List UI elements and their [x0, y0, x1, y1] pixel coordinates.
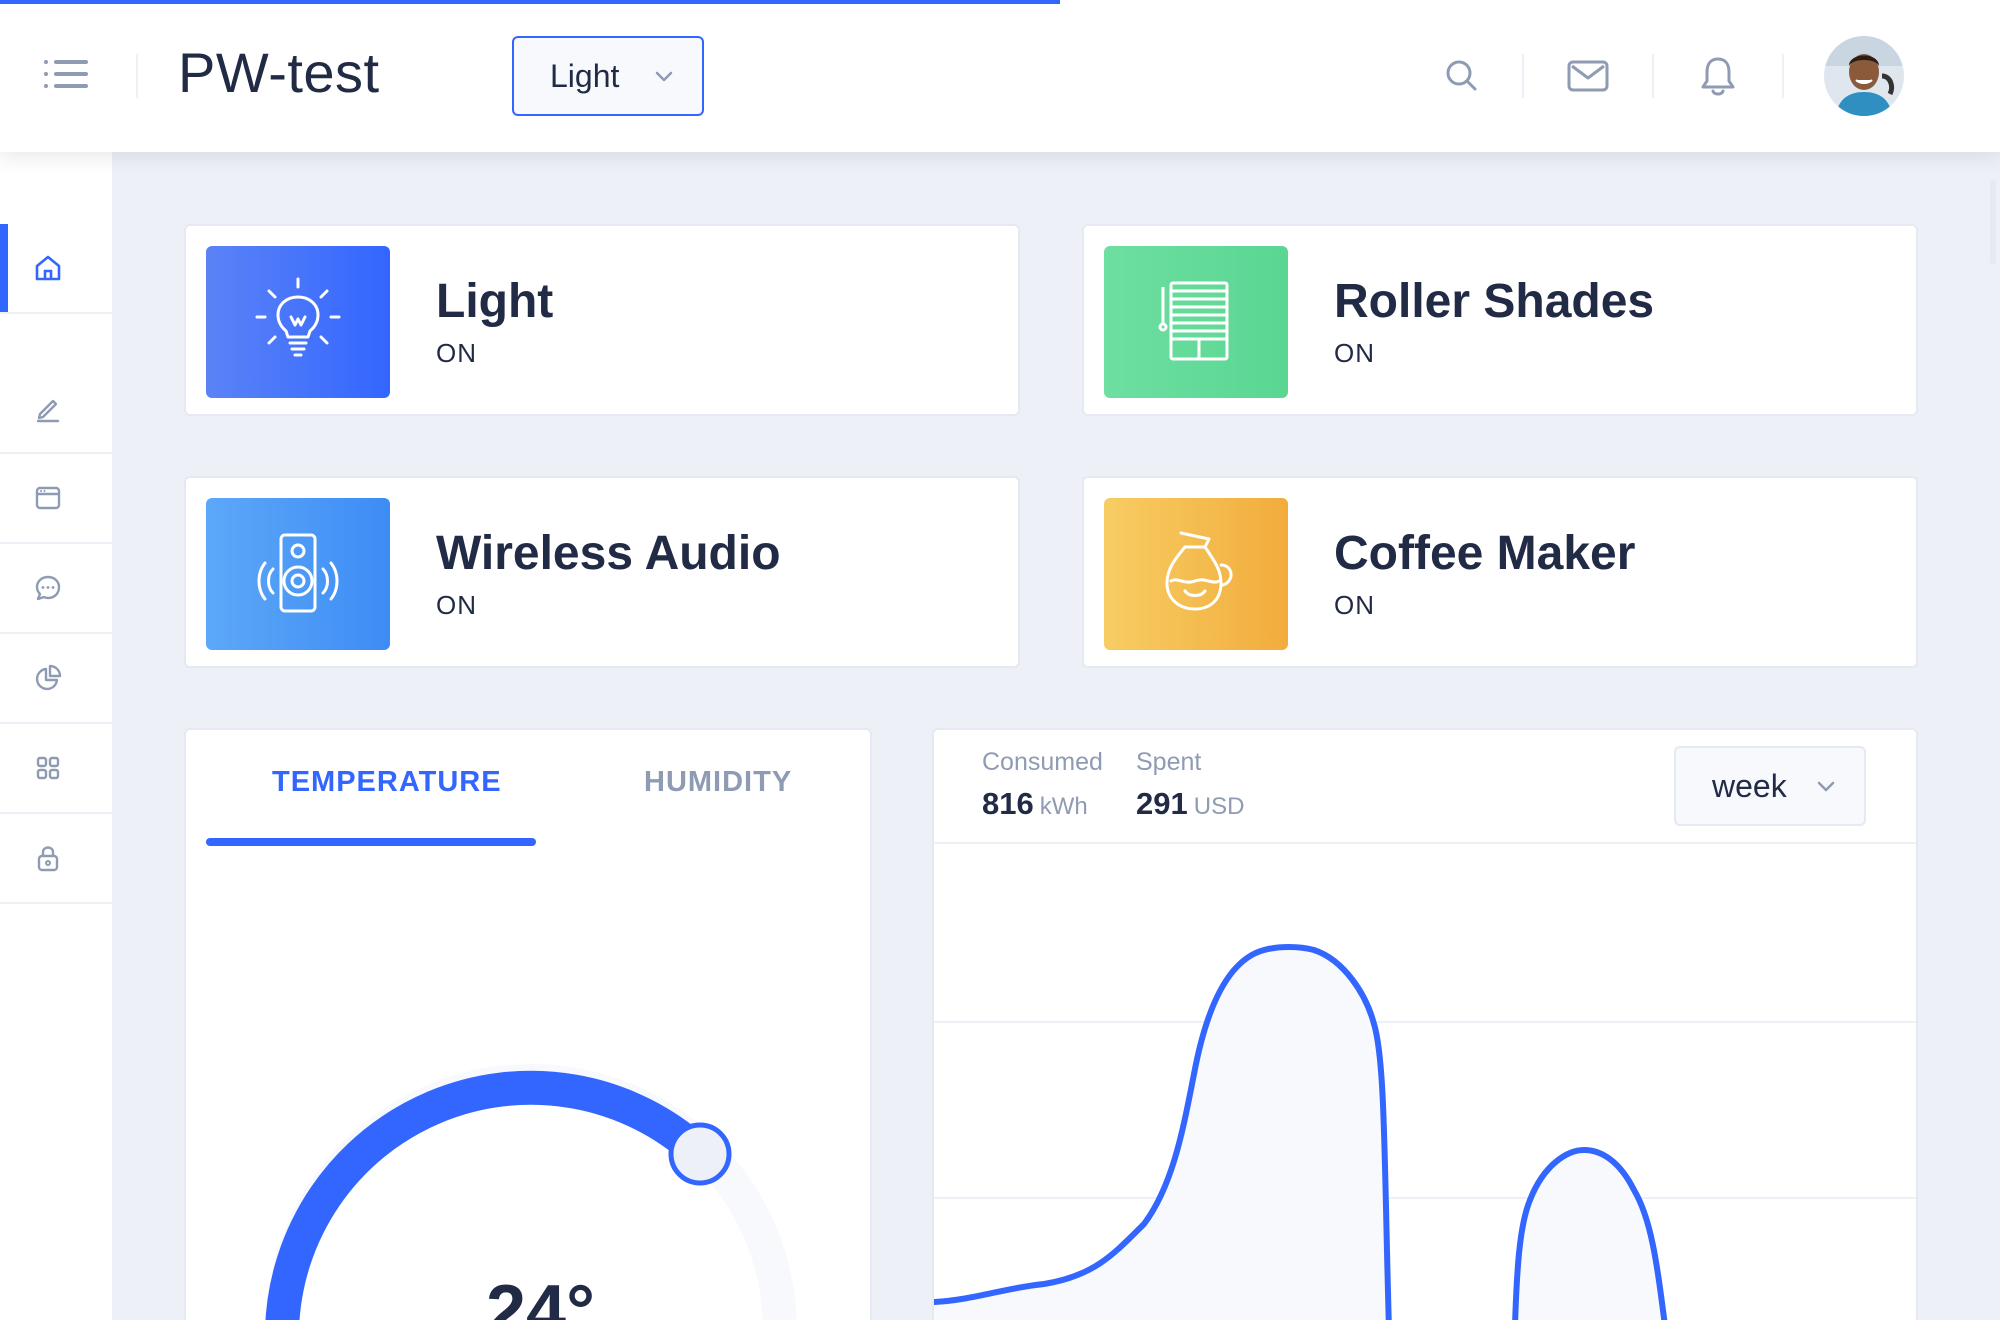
grid-icon	[36, 756, 60, 780]
period-select-value: week	[1712, 768, 1787, 804]
device-name: Roller Shades	[1334, 275, 1655, 328]
spent-unit: USD	[1193, 793, 1245, 820]
chart-area	[1515, 1150, 1665, 1320]
consumed-label: Consumed	[982, 748, 1103, 776]
user-avatar[interactable]	[1824, 36, 1904, 116]
header-divider	[1522, 54, 1524, 98]
chart-area	[934, 947, 1389, 1320]
temperature-card: TEMPERATURE HUMIDITY 24°	[184, 728, 872, 1320]
chevron-down-icon	[1817, 781, 1835, 792]
bell-icon[interactable]	[1694, 52, 1742, 100]
device-card-roller-shades[interactable]: Roller Shades ON	[1082, 224, 1918, 416]
roller-shades-icon	[1104, 246, 1288, 398]
home-icon	[35, 255, 61, 281]
header-divider	[1652, 54, 1654, 98]
consumed-amount: 816	[982, 786, 1034, 821]
page-scrollbar[interactable]	[1990, 180, 1996, 264]
device-card-wireless-audio[interactable]: Wireless Audio ON	[184, 476, 1020, 668]
app-title: PW-test	[178, 41, 380, 104]
device-status: ON	[436, 590, 477, 620]
sidebar-item-grid[interactable]	[0, 724, 112, 814]
sidebar-item-chat[interactable]	[0, 544, 112, 634]
chevron-down-icon	[655, 71, 673, 82]
theme-select-value: Light	[550, 57, 620, 94]
spent-label: Spent	[1136, 748, 1202, 776]
period-select[interactable]: week	[1674, 746, 1866, 826]
tab-temperature[interactable]: TEMPERATURE	[272, 766, 502, 799]
sidebar-item-lock[interactable]	[0, 814, 112, 904]
electricity-chart	[934, 944, 1916, 1320]
header: PW-test Light	[0, 0, 2000, 152]
lightbulb-icon	[206, 246, 390, 398]
header-divider	[136, 54, 138, 98]
device-card-coffee-maker[interactable]: Coffee Maker ON	[1082, 476, 1918, 668]
chat-icon	[35, 575, 61, 601]
mail-icon[interactable]	[1564, 52, 1612, 100]
device-name: Wireless Audio	[436, 527, 781, 580]
consumed-value: 816 kWh	[982, 786, 1088, 822]
consumed-unit: kWh	[1039, 793, 1088, 820]
sidebar-item-home[interactable]	[0, 224, 112, 314]
pie-chart-icon	[35, 664, 62, 691]
device-status: ON	[1334, 338, 1375, 368]
loading-progress-bar	[0, 0, 1060, 4]
search-icon[interactable]	[1438, 52, 1486, 100]
speaker-icon	[206, 498, 390, 650]
header-divider	[1782, 54, 1784, 98]
coffee-maker-icon	[1104, 498, 1288, 650]
menu-icon[interactable]	[44, 56, 92, 92]
theme-select[interactable]: Light	[512, 36, 704, 116]
device-status: ON	[1334, 590, 1375, 620]
device-card-light[interactable]: Light ON	[184, 224, 1020, 416]
sidebar	[0, 152, 112, 1320]
edit-icon	[36, 399, 60, 423]
tab-humidity[interactable]: HUMIDITY	[644, 766, 792, 799]
sidebar-item-charts[interactable]	[0, 634, 112, 724]
device-status: ON	[436, 338, 477, 368]
sidebar-item-edit[interactable]	[0, 364, 112, 454]
spent-amount: 291	[1136, 786, 1188, 821]
device-name: Light	[436, 275, 554, 328]
lock-icon	[37, 846, 59, 872]
temperature-value: 24°	[486, 1271, 595, 1320]
electricity-card: Consumed 816 kWh Spent 291 USD week	[932, 728, 1918, 1320]
dial-handle[interactable]	[668, 1122, 732, 1186]
sidebar-item-browser[interactable]	[0, 454, 112, 544]
device-name: Coffee Maker	[1334, 527, 1636, 580]
spent-value: 291 USD	[1136, 786, 1244, 822]
active-tab-indicator	[206, 838, 536, 846]
browser-icon	[35, 486, 61, 510]
